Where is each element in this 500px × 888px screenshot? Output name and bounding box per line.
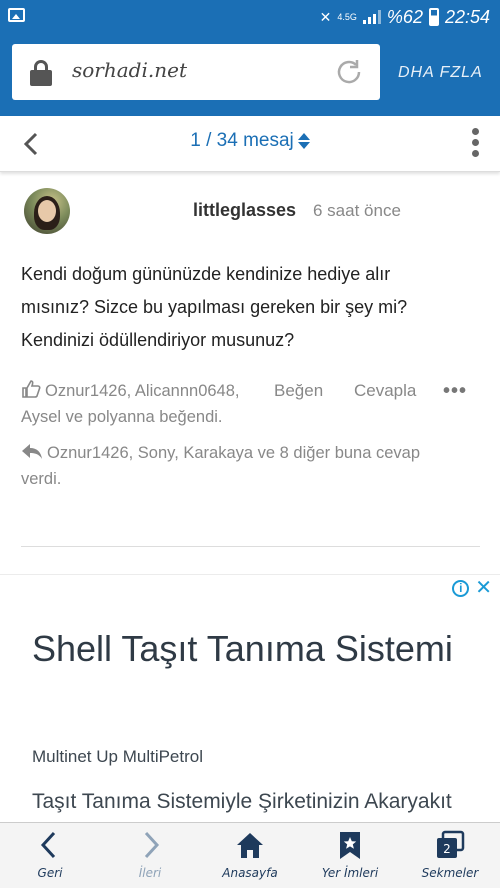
message-counter[interactable]: 1 / 34 mesaj: [0, 130, 500, 152]
nav-tabs-button[interactable]: 2 Sekmeler: [400, 823, 500, 888]
post-more-button[interactable]: •••: [443, 378, 467, 404]
post-actions: Oznur1426, Alicannn0648, Aysel ve polyan…: [21, 378, 481, 438]
replies-summary[interactable]: Oznur1426, Sony, Karakaya ve 8 diğer bun…: [21, 440, 461, 492]
address-bar[interactable]: sorhadi.net: [12, 44, 380, 100]
advertisement[interactable]: i ✕ Shell Taşıt Tanıma Sistemi Multinet …: [0, 574, 500, 843]
message-counter-label: 1 / 34 mesaj: [190, 130, 294, 151]
home-icon: [237, 833, 263, 858]
replies-text: Oznur1426, Sony, Karakaya ve 8 diğer bun…: [21, 444, 421, 488]
ad-close-icon[interactable]: ✕: [475, 578, 492, 598]
post-body: Kendi doğum gününüzde kendinize hediye a…: [21, 264, 408, 350]
more-menu-button[interactable]: DHA FZLA: [398, 64, 483, 82]
reply-arrow-icon: [22, 444, 42, 459]
thumbs-up-icon: [22, 380, 41, 398]
screen: ✕ 4.5G %62 22:54 sorhadi.net DHA FZLA 1 …: [0, 0, 500, 888]
ad-controls: i ✕: [452, 578, 492, 598]
clock: 22:54: [444, 6, 490, 27]
sort-updown-icon: [297, 132, 310, 149]
kebab-menu-icon[interactable]: [472, 128, 480, 158]
likers-line-1[interactable]: Oznur1426, Alicannn0648,: [45, 382, 239, 400]
post-username[interactable]: littleglasses: [193, 200, 296, 221]
bookmark-star-icon: [340, 832, 360, 859]
tabs-count: 2: [443, 842, 451, 856]
battery-icon: [428, 8, 439, 26]
mute-icon: ✕: [319, 8, 332, 25]
nav-forward-button[interactable]: İleri: [100, 823, 200, 888]
battery-percent: %62: [386, 6, 423, 27]
ad-subtitle: Multinet Up MultiPetrol: [32, 747, 204, 766]
post-timestamp: 6 saat önce: [313, 201, 401, 220]
gallery-notification-icon: [8, 8, 25, 22]
tabs-icon: 2: [437, 830, 465, 858]
nav-bookmarks-label: Yer İmleri: [321, 866, 379, 880]
nav-back-label: Geri: [37, 866, 63, 880]
nav-back-button[interactable]: Geri: [0, 823, 100, 888]
ad-title[interactable]: Shell Taşıt Tanıma Sistemi: [32, 627, 472, 671]
signal-icon: [362, 10, 381, 24]
bottom-navigation: Geri İleri Anasayfa Yer İmleri 2 Sekmele…: [0, 822, 500, 888]
thread-navigation-bar: 1 / 34 mesaj: [0, 116, 500, 172]
like-button[interactable]: Beğen: [274, 378, 323, 404]
ad-info-icon[interactable]: i: [452, 579, 470, 597]
back-chevron-icon: [40, 831, 56, 859]
likers-line-2: Aysel ve polyanna beğendi.: [21, 408, 223, 426]
reload-icon[interactable]: [334, 57, 364, 87]
status-bar: ✕ 4.5G %62 22:54: [0, 0, 500, 34]
nav-bookmarks-button[interactable]: Yer İmleri: [300, 823, 400, 888]
avatar[interactable]: [24, 188, 70, 234]
nav-home-label: Anasayfa: [222, 866, 278, 880]
browser-toolbar: sorhadi.net DHA FZLA: [0, 34, 500, 116]
lock-icon: [30, 60, 52, 86]
forward-chevron-icon: [144, 831, 160, 859]
nav-tabs-label: Sekmeler: [421, 866, 479, 880]
post-divider: [21, 546, 480, 547]
url-text[interactable]: sorhadi.net: [72, 58, 187, 82]
nav-home-button[interactable]: Anasayfa: [200, 823, 300, 888]
reply-button[interactable]: Cevapla: [354, 378, 416, 404]
status-icons: ✕ 4.5G %62 22:54: [320, 4, 490, 30]
nav-forward-label: İleri: [138, 866, 162, 880]
network-type: 4.5G: [337, 11, 357, 22]
